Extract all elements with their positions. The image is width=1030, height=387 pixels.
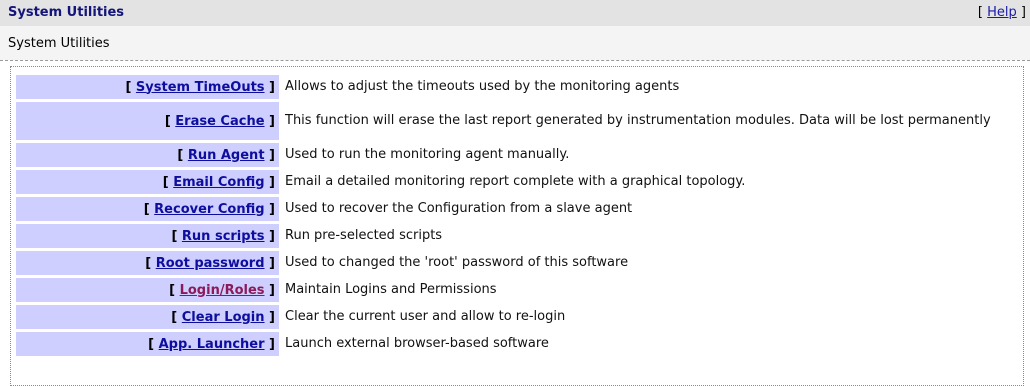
bracket-open: [ — [171, 228, 182, 244]
utility-row: [ App. Launcher ] Launch external browse… — [16, 332, 1022, 356]
root-password-link[interactable]: Root password — [156, 256, 265, 271]
utility-description: Allows to adjust the timeouts used by th… — [279, 75, 1022, 99]
help-bracket-open: [ — [977, 5, 988, 20]
bracket-open: [ — [162, 174, 174, 190]
page-title: System Utilities — [8, 5, 125, 20]
recover-config-link[interactable]: Recover Config — [154, 202, 264, 217]
utility-label-cell: [ Root password ] — [16, 251, 279, 275]
utility-row: [ Erase Cache ] This function will erase… — [16, 102, 1022, 140]
utility-row: [ Run scripts ] Run pre-selected scripts — [16, 224, 1022, 248]
utility-row: [ Clear Login ] Clear the current user a… — [16, 305, 1022, 329]
help-link[interactable]: Help — [987, 5, 1017, 20]
utility-row: [ System TimeOuts ] Allows to adjust the… — [16, 75, 1022, 99]
email-config-link[interactable]: Email Config — [173, 175, 264, 190]
bracket-close: ] — [264, 282, 275, 298]
utility-description: Run pre-selected scripts — [279, 224, 1022, 248]
bracket-close: ] — [264, 79, 275, 95]
utility-label-cell: [ App. Launcher ] — [16, 332, 279, 356]
bracket-close: ] — [264, 201, 275, 217]
utility-label-cell: [ Run Agent ] — [16, 143, 279, 167]
utility-description: Email a detailed monitoring report compl… — [279, 170, 1022, 194]
help-bracket-close: ] — [1016, 5, 1026, 20]
utility-label-cell: [ Email Config ] — [16, 170, 279, 194]
bracket-close: ] — [264, 147, 275, 163]
clear-login-link[interactable]: Clear Login — [182, 310, 265, 325]
bracket-open: [ — [169, 282, 180, 298]
bracket-open: [ — [125, 79, 136, 95]
section-title: System Utilities — [8, 36, 110, 51]
app-launcher-link[interactable]: App. Launcher — [159, 337, 265, 352]
utilities-panel: [ System TimeOuts ] Allows to adjust the… — [10, 66, 1024, 386]
bracket-close: ] — [264, 255, 275, 271]
utility-description: Maintain Logins and Permissions — [279, 278, 1022, 302]
utility-description: Clear the current user and allow to re-l… — [279, 305, 1022, 329]
login-roles-link[interactable]: Login/Roles — [180, 283, 265, 298]
utility-label-cell: [ Recover Config ] — [16, 197, 279, 221]
erase-cache-link[interactable]: Erase Cache — [175, 114, 264, 129]
bracket-open: [ — [177, 147, 188, 163]
utility-description: Launch external browser-based software — [279, 332, 1022, 356]
utility-row: [ Run Agent ] Used to run the monitoring… — [16, 143, 1022, 167]
bracket-open: [ — [143, 201, 155, 217]
bracket-close: ] — [264, 336, 275, 352]
utility-description: Used to run the monitoring agent manuall… — [279, 143, 1022, 167]
bracket-close: ] — [264, 174, 275, 190]
divider — [0, 60, 1030, 61]
utility-row: [ Recover Config ] Used to recover the C… — [16, 197, 1022, 221]
utility-description: This function will erase the last report… — [279, 102, 1022, 140]
bracket-open: [ — [148, 336, 159, 352]
utility-label-cell: [ Login/Roles ] — [16, 278, 279, 302]
help-link-wrapper: [ Help ] — [978, 5, 1026, 20]
utility-row: [ Root password ] Used to changed the 'r… — [16, 251, 1022, 275]
system-timeouts-link[interactable]: System TimeOuts — [136, 80, 265, 95]
utility-description: Used to recover the Configuration from a… — [279, 197, 1022, 221]
utilities-table: [ System TimeOuts ] Allows to adjust the… — [16, 72, 1022, 359]
utility-label-cell: [ System TimeOuts ] — [16, 75, 279, 99]
bracket-open: [ — [171, 309, 182, 325]
run-agent-link[interactable]: Run Agent — [188, 148, 265, 163]
utility-label-cell: [ Run scripts ] — [16, 224, 279, 248]
utility-description: Used to changed the 'root' password of t… — [279, 251, 1022, 275]
bracket-close: ] — [264, 228, 275, 244]
utility-label-cell: [ Clear Login ] — [16, 305, 279, 329]
utility-label-cell: [ Erase Cache ] — [16, 102, 279, 140]
bracket-open: [ — [145, 255, 156, 271]
page-header: System Utilities [ Help ] — [0, 0, 1030, 26]
bracket-close: ] — [264, 113, 275, 129]
bracket-close: ] — [264, 309, 275, 325]
utility-row: [ Login/Roles ] Maintain Logins and Perm… — [16, 278, 1022, 302]
utility-row: [ Email Config ] Email a detailed monito… — [16, 170, 1022, 194]
bracket-open: [ — [164, 113, 176, 129]
run-scripts-link[interactable]: Run scripts — [182, 229, 265, 244]
section-header: System Utilities — [0, 26, 1030, 60]
